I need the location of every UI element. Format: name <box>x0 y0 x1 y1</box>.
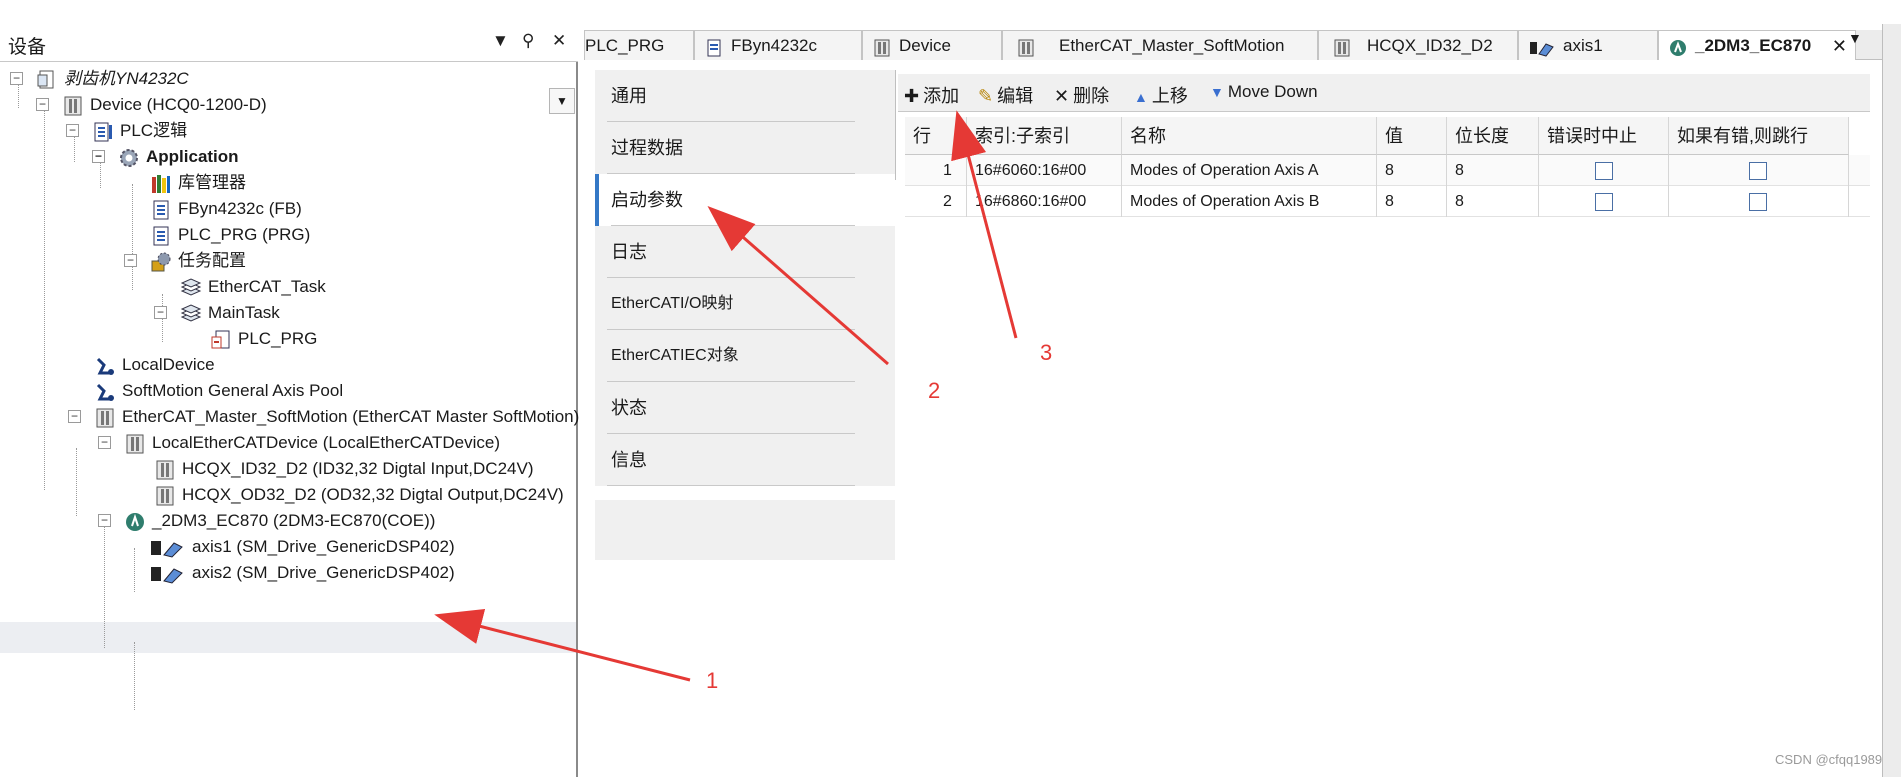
annotation-label-1: 1 <box>706 668 719 693</box>
annotation-label-3: 3 <box>1040 340 1053 365</box>
annotation-arrows <box>434 110 1018 682</box>
annotation-arrow-3 <box>951 110 1018 339</box>
annotation-label-2: 2 <box>928 378 941 403</box>
annotation-arrow-2 <box>707 206 889 366</box>
annotation-arrow-1 <box>434 608 691 682</box>
watermark: CSDN @cfqq1989 <box>1775 752 1883 767</box>
